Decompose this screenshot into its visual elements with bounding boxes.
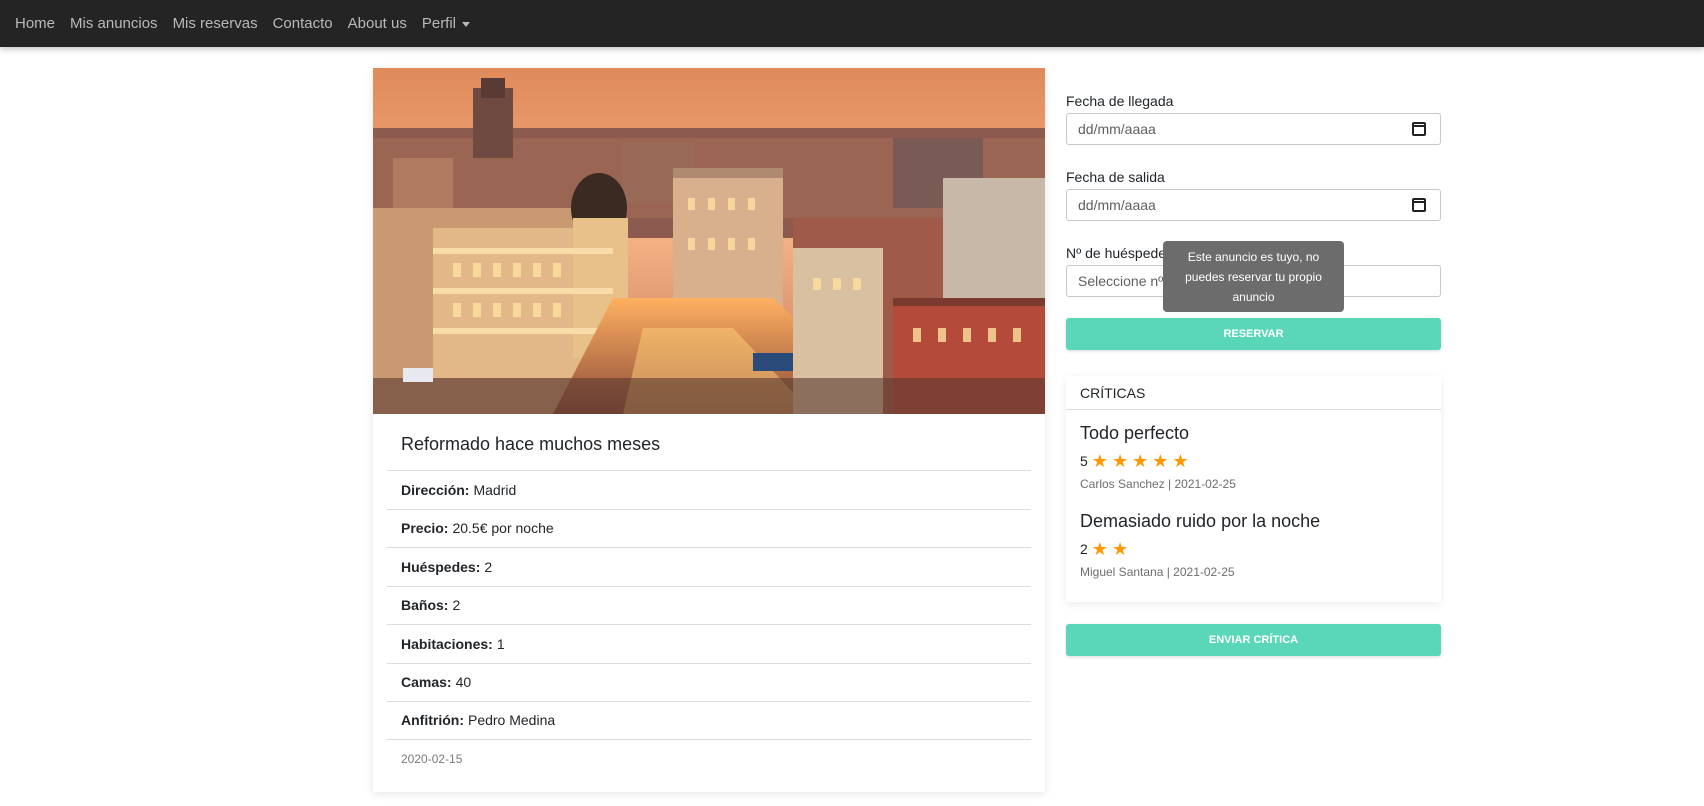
star-icon: ★ — [1091, 539, 1108, 559]
send-review-button[interactable]: ENVIAR CRÍTICA — [1066, 624, 1441, 656]
star-icon: ★ — [1152, 451, 1169, 471]
detail-row-anfitrion: Anfitrión: Pedro Medina — [387, 701, 1031, 740]
star-icon: ★ — [1111, 539, 1129, 559]
arrival-date-label: Fecha de llegada — [1066, 93, 1174, 109]
reserve-button[interactable]: RESERVAR — [1066, 318, 1441, 350]
listing-details: Dirección: Madrid Precio: 20.5€ por noch… — [387, 470, 1031, 740]
star-icon: ★ — [1091, 451, 1108, 471]
departure-date-input[interactable]: dd/mm/aaaa — [1066, 189, 1441, 221]
top-navbar: Home Mis anuncios Mis reservas Contacto … — [0, 0, 1704, 47]
listing-date: 2020-02-15 — [401, 752, 463, 766]
listing-card: Reformado hace muchos meses Dirección: M… — [373, 68, 1045, 792]
review-rating: 2 ★ ★ — [1080, 539, 1320, 559]
detail-row-huespedes: Huéspedes: 2 — [387, 547, 1031, 586]
nav-perfil-dropdown[interactable]: Perfil — [421, 15, 471, 32]
arrival-date-placeholder: dd/mm/aaaa — [1078, 121, 1156, 137]
nav-about-us[interactable]: About us — [348, 15, 407, 32]
reviews-card: CRÍTICAS Todo perfecto 5 ★ ★ ★ ★ ★ Carlo… — [1066, 376, 1441, 602]
review-title: Demasiado ruido por la noche — [1080, 511, 1321, 531]
star-icon: ★ — [1111, 451, 1129, 471]
detail-value: 1 — [496, 635, 505, 652]
listing-photo — [373, 68, 1045, 414]
review-rating: 5 ★ ★ ★ ★ ★ — [1080, 451, 1236, 471]
star-icon: ★ — [1132, 451, 1149, 471]
own-listing-tooltip: Este anuncio es tuyo, no puedes reservar… — [1163, 241, 1344, 312]
detail-label: Anfitrión: — [401, 712, 464, 729]
review-item: Todo perfecto 5 ★ ★ ★ ★ ★ Carlos Sanchez… — [1080, 423, 1236, 491]
detail-row-camas: Camas: 40 — [387, 662, 1031, 702]
nav-perfil-label: Perfil — [421, 15, 457, 32]
calendar-icon[interactable] — [1412, 122, 1426, 136]
calendar-icon[interactable] — [1412, 198, 1426, 212]
nav-home[interactable]: Home — [15, 15, 55, 32]
nav-mis-reservas[interactable]: Mis reservas — [173, 15, 258, 32]
guests-placeholder: Seleccione nº — [1078, 273, 1164, 289]
detail-row-banos: Baños: 2 — [387, 585, 1031, 625]
detail-label: Precio: — [401, 520, 449, 537]
detail-label: Habitaciones: — [401, 635, 493, 652]
arrival-date-input[interactable]: dd/mm/aaaa — [1066, 113, 1441, 145]
detail-label: Camas: — [401, 674, 452, 691]
departure-date-placeholder: dd/mm/aaaa — [1078, 197, 1156, 213]
departure-date-label: Fecha de salida — [1066, 169, 1165, 185]
detail-value: Pedro Medina — [467, 712, 556, 729]
star-icon: ★ — [1172, 451, 1189, 471]
detail-value: Madrid — [473, 481, 517, 498]
chevron-down-icon — [462, 21, 471, 27]
nav-mis-anuncios[interactable]: Mis anuncios — [70, 15, 158, 32]
review-rating-value: 2 — [1080, 541, 1088, 557]
detail-value: 2 — [452, 597, 461, 614]
reviews-header: CRÍTICAS — [1066, 376, 1441, 410]
detail-row-habitaciones: Habitaciones: 1 — [387, 624, 1031, 663]
listing-title: Reformado hace muchos meses — [401, 434, 661, 454]
detail-label: Baños: — [401, 597, 449, 614]
review-meta: Miguel Santana | 2021-02-25 — [1080, 565, 1235, 579]
review-item: Demasiado ruido por la noche 2 ★ ★ Migue… — [1080, 511, 1320, 579]
review-title: Todo perfecto — [1080, 423, 1190, 443]
detail-label: Dirección: — [401, 481, 470, 498]
review-rating-value: 5 — [1080, 453, 1088, 469]
detail-value: 20.5€ por noche — [452, 520, 554, 537]
detail-value: 40 — [455, 674, 472, 691]
guests-label: Nº de huéspedes — [1066, 245, 1174, 261]
detail-value: 2 — [484, 558, 493, 575]
nav-contacto[interactable]: Contacto — [273, 15, 333, 32]
detail-label: Huéspedes: — [401, 558, 481, 575]
detail-row-precio: Precio: 20.5€ por noche — [387, 508, 1031, 548]
detail-row-direccion: Dirección: Madrid — [387, 470, 1031, 509]
review-meta: Carlos Sanchez | 2021-02-25 — [1080, 477, 1236, 491]
